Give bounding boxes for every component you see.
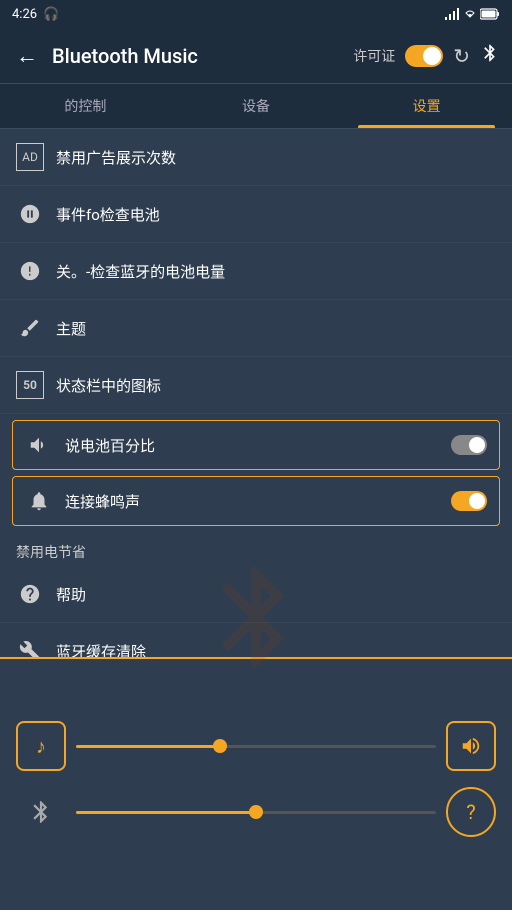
- volume-icon: [460, 735, 482, 757]
- main-content: AD 禁用广告展示次数 事件fo检查电池 关。-检查蓝牙的电池电量 主题 50: [0, 129, 512, 659]
- bluetooth-slider-container[interactable]: [76, 802, 436, 822]
- help-player-button[interactable]: ?: [446, 787, 496, 837]
- header-actions: 许可证 ↻: [353, 43, 500, 68]
- bluetooth-slider-track: [76, 811, 436, 814]
- check-label: 关。-检查蓝牙的电池电量: [56, 261, 496, 282]
- page-title: Bluetooth Music: [52, 44, 343, 68]
- ads-icon: AD: [16, 143, 44, 171]
- toggle-connect-beep[interactable]: 连接蜂鸣声: [12, 476, 500, 526]
- wrench-icon: [16, 637, 44, 659]
- statusicon-label: 状态栏中的图标: [56, 375, 496, 396]
- refresh-icon[interactable]: ↻: [453, 44, 470, 68]
- volume-button[interactable]: [446, 721, 496, 771]
- music-button[interactable]: ♪: [16, 721, 66, 771]
- menu-item-check[interactable]: 关。-检查蓝牙的电池电量: [0, 243, 512, 300]
- tab-settings[interactable]: 设置: [341, 84, 512, 128]
- bluetooth-header-icon: [480, 43, 500, 68]
- theme-icon: [16, 314, 44, 342]
- bell-icon: [25, 487, 53, 515]
- menu-item-help[interactable]: 帮助: [0, 566, 512, 623]
- music-slider-thumb[interactable]: [213, 739, 227, 753]
- tab-bar: 的控制 设备 设置: [0, 84, 512, 129]
- permission-toggle[interactable]: [405, 45, 443, 67]
- menu-item-theme[interactable]: 主题: [0, 300, 512, 357]
- speaker-icon: [25, 431, 53, 459]
- event-label: 事件fo检查电池: [56, 204, 496, 225]
- toggle-battery-percent[interactable]: 说电池百分比: [12, 420, 500, 470]
- music-slider-container[interactable]: [76, 736, 436, 756]
- status-time: 4:26: [12, 7, 37, 22]
- menu-item-event[interactable]: 事件fo检查电池: [0, 186, 512, 243]
- menu-item-cache[interactable]: 蓝牙缓存清除: [0, 623, 512, 659]
- battery-percent-toggle[interactable]: [451, 435, 487, 455]
- status-right: [444, 8, 500, 20]
- app-header: ← Bluetooth Music 许可证 ↻: [0, 28, 512, 84]
- status-left: 4:26 🎧: [12, 7, 59, 22]
- cache-label: 蓝牙缓存清除: [56, 641, 496, 660]
- power-save-section: 禁用电节省: [0, 532, 512, 566]
- bluetooth-player-row: ?: [0, 779, 512, 845]
- help-icon: [16, 580, 44, 608]
- help-label: 帮助: [56, 584, 496, 605]
- headphone-icon: 🎧: [43, 7, 59, 22]
- status-bar: 4:26 🎧: [0, 0, 512, 28]
- back-button[interactable]: ←: [12, 39, 42, 73]
- tab-devices[interactable]: 设备: [171, 84, 342, 128]
- music-note-icon: ♪: [36, 734, 46, 759]
- bottom-player: ♪ ?: [0, 659, 512, 855]
- bluetooth-slider-fill: [76, 811, 256, 814]
- battery-percent-label: 说电池百分比: [65, 435, 439, 456]
- permission-label: 许可证: [353, 46, 395, 66]
- connect-beep-toggle[interactable]: [451, 491, 487, 511]
- clock-icon: [16, 257, 44, 285]
- question-mark-icon: ?: [466, 800, 475, 824]
- event-icon: [16, 200, 44, 228]
- music-slider-fill: [76, 745, 220, 748]
- tab-control[interactable]: 的控制: [0, 84, 171, 128]
- music-slider-track: [76, 745, 436, 748]
- menu-item-statusicon[interactable]: 50 状态栏中的图标: [0, 357, 512, 414]
- bluetooth-player-icon: [16, 787, 66, 837]
- signal-icon: [444, 8, 460, 20]
- connect-beep-label: 连接蜂鸣声: [65, 491, 439, 512]
- theme-label: 主题: [56, 318, 496, 339]
- battery-icon: [480, 8, 500, 20]
- statusicon-icon: 50: [16, 371, 44, 399]
- ads-label: 禁用广告展示次数: [56, 147, 496, 168]
- menu-item-ads[interactable]: AD 禁用广告展示次数: [0, 129, 512, 186]
- bluetooth-slider-thumb[interactable]: [249, 805, 263, 819]
- wifi-icon: [464, 8, 476, 20]
- music-player-row: ♪: [0, 713, 512, 779]
